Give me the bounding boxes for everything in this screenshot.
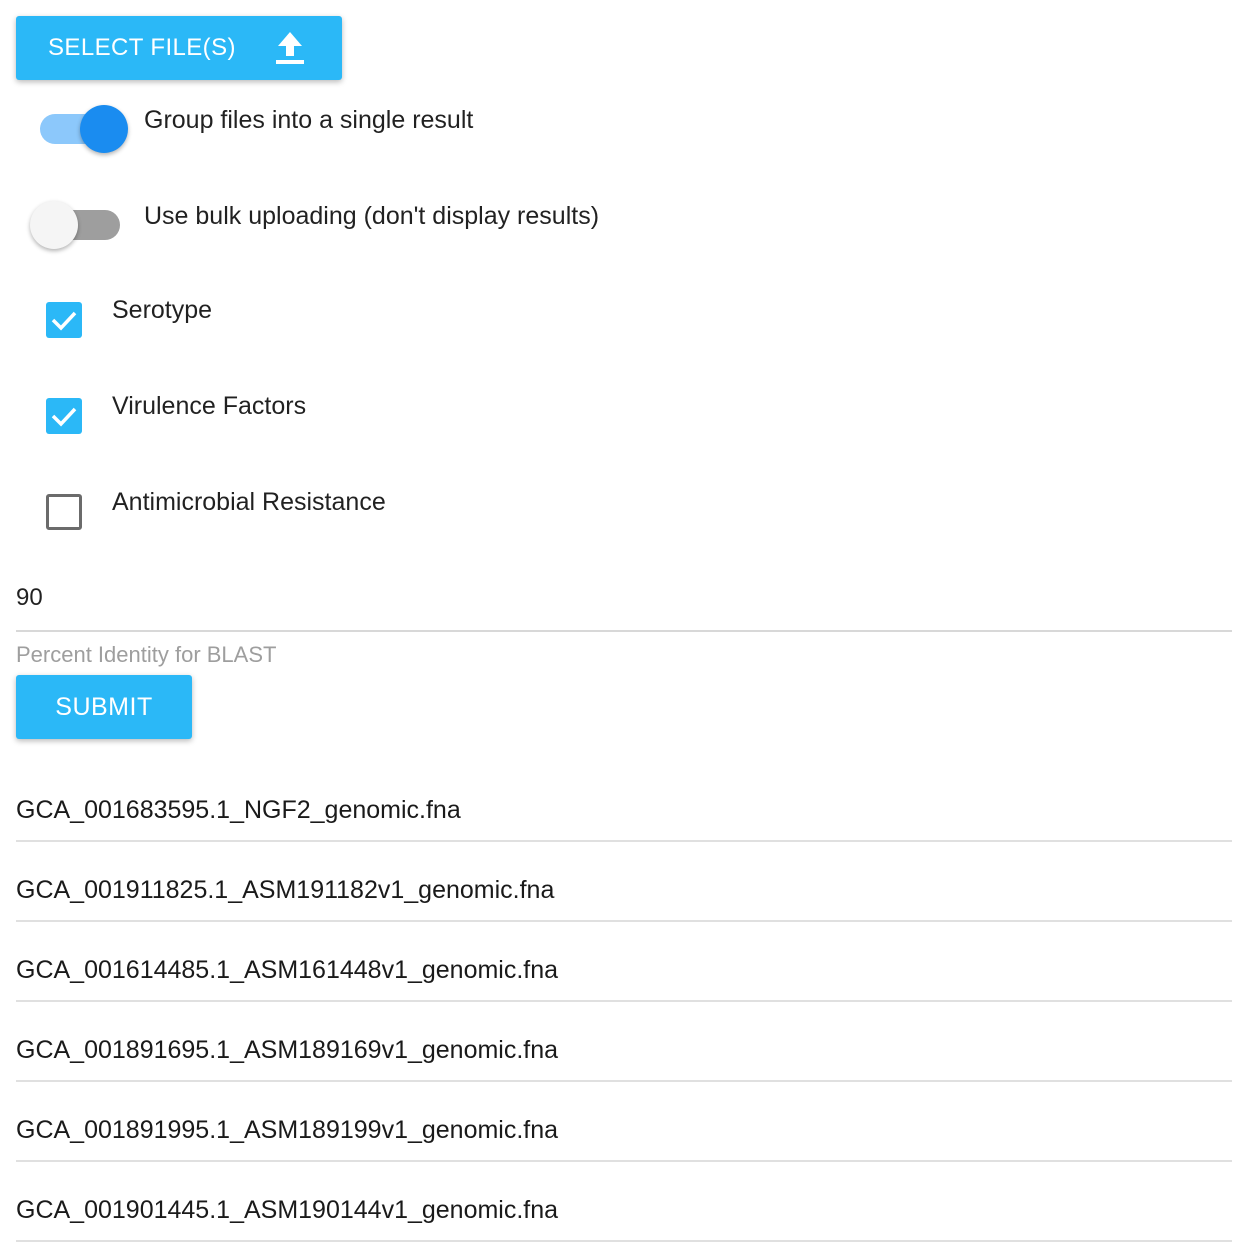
group-files-toggle[interactable] <box>28 96 128 156</box>
group-files-option: Group files into a single result <box>28 96 473 156</box>
file-list: GCA_001683595.1_NGF2_genomic.fna GCA_001… <box>16 762 1232 1242</box>
field-underline <box>16 630 1232 632</box>
file-name: GCA_001891695.1_ASM189169v1_genomic.fna <box>16 1036 559 1064</box>
group-files-label: Group files into a single result <box>144 106 474 134</box>
file-name: GCA_001911825.1_ASM191182v1_genomic.fna <box>16 876 555 904</box>
select-files-button[interactable]: SELECT FILE(S) <box>16 16 342 80</box>
list-item: GCA_001614485.1_ASM161448v1_genomic.fna <box>16 922 1232 1002</box>
file-name: GCA_001891995.1_ASM189199v1_genomic.fna <box>16 1116 559 1144</box>
file-name: GCA_001614485.1_ASM161448v1_genomic.fna <box>16 956 559 984</box>
upload-icon <box>276 32 304 64</box>
amr-label: Antimicrobial Resistance <box>112 488 386 516</box>
serotype-checkbox[interactable] <box>46 302 82 338</box>
bulk-upload-toggle[interactable] <box>28 192 128 252</box>
virulence-factors-label: Virulence Factors <box>112 392 307 420</box>
checkmark-icon <box>51 407 77 427</box>
list-item: GCA_001891995.1_ASM189199v1_genomic.fna <box>16 1082 1232 1162</box>
checkmark-icon <box>51 311 77 331</box>
submit-label: SUBMIT <box>55 692 153 721</box>
toggle-thumb <box>80 105 128 153</box>
list-item: GCA_001891695.1_ASM189169v1_genomic.fna <box>16 1002 1232 1082</box>
amr-checkbox[interactable] <box>46 494 82 530</box>
file-name: GCA_001901445.1_ASM190144v1_genomic.fna <box>16 1196 559 1224</box>
percent-identity-field[interactable]: 90 Percent Identity for BLAST <box>16 580 1232 667</box>
list-item: GCA_001911825.1_ASM191182v1_genomic.fna <box>16 842 1232 922</box>
file-name: GCA_001683595.1_NGF2_genomic.fna <box>16 796 461 824</box>
serotype-label: Serotype <box>112 296 213 324</box>
percent-identity-input[interactable]: 90 <box>16 580 1232 616</box>
select-files-label: SELECT FILE(S) <box>48 34 236 61</box>
toggle-thumb <box>30 201 78 249</box>
list-item: GCA_001683595.1_NGF2_genomic.fna <box>16 762 1232 842</box>
percent-identity-hint: Percent Identity for BLAST <box>16 642 277 667</box>
list-item: GCA_001901445.1_ASM190144v1_genomic.fna <box>16 1162 1232 1242</box>
bulk-upload-option: Use bulk uploading (don't display result… <box>28 192 599 252</box>
bulk-upload-label: Use bulk uploading (don't display result… <box>144 202 600 230</box>
submit-button[interactable]: SUBMIT <box>16 675 192 739</box>
virulence-factors-checkbox[interactable] <box>46 398 82 434</box>
